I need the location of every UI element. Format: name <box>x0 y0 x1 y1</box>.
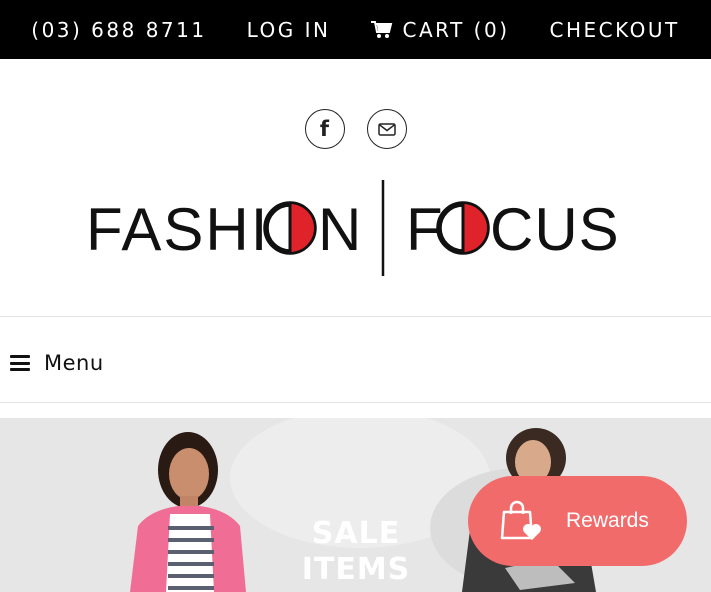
social-links: f <box>0 109 711 149</box>
phone-link[interactable]: (03) 688 8711 <box>31 18 206 42</box>
sale-line-2: ITEMS <box>301 552 411 587</box>
checkout-link[interactable]: CHECKOUT <box>550 18 680 42</box>
sale-items-text: SALE ITEMS <box>296 516 416 588</box>
divider-bottom <box>0 402 711 403</box>
logo-left-word: FASHI <box>86 196 269 263</box>
hamburger-icon <box>10 355 30 371</box>
rewards-label: Rewards <box>566 509 649 532</box>
sale-line-1: SALE <box>311 516 401 551</box>
logo-n: N <box>318 196 361 263</box>
rewards-button[interactable]: Rewards <box>468 476 687 566</box>
login-link[interactable]: LOG IN <box>247 18 331 42</box>
envelope-icon <box>377 122 396 136</box>
logo-o-mark-2 <box>436 201 490 255</box>
facebook-icon[interactable]: f <box>304 109 345 149</box>
facebook-glyph: f <box>319 117 330 141</box>
email-icon[interactable] <box>366 109 407 149</box>
fashion-focus-logo[interactable]: FASHI N F CUS <box>86 178 626 278</box>
divider-top <box>0 316 711 317</box>
shopping-bag-heart-icon <box>500 500 541 540</box>
cart-link[interactable]: CART (0) <box>370 17 510 42</box>
logo-o-mark <box>263 201 317 255</box>
top-bar: (03) 688 8711 LOG IN CART (0) CHECKOUT <box>0 0 711 59</box>
cart-icon <box>370 20 392 38</box>
menu-label: Menu <box>44 351 104 375</box>
menu-toggle[interactable]: Menu <box>10 345 104 381</box>
logo-right-word: CUS <box>490 196 620 263</box>
cart-label: CART (0) <box>402 17 510 42</box>
